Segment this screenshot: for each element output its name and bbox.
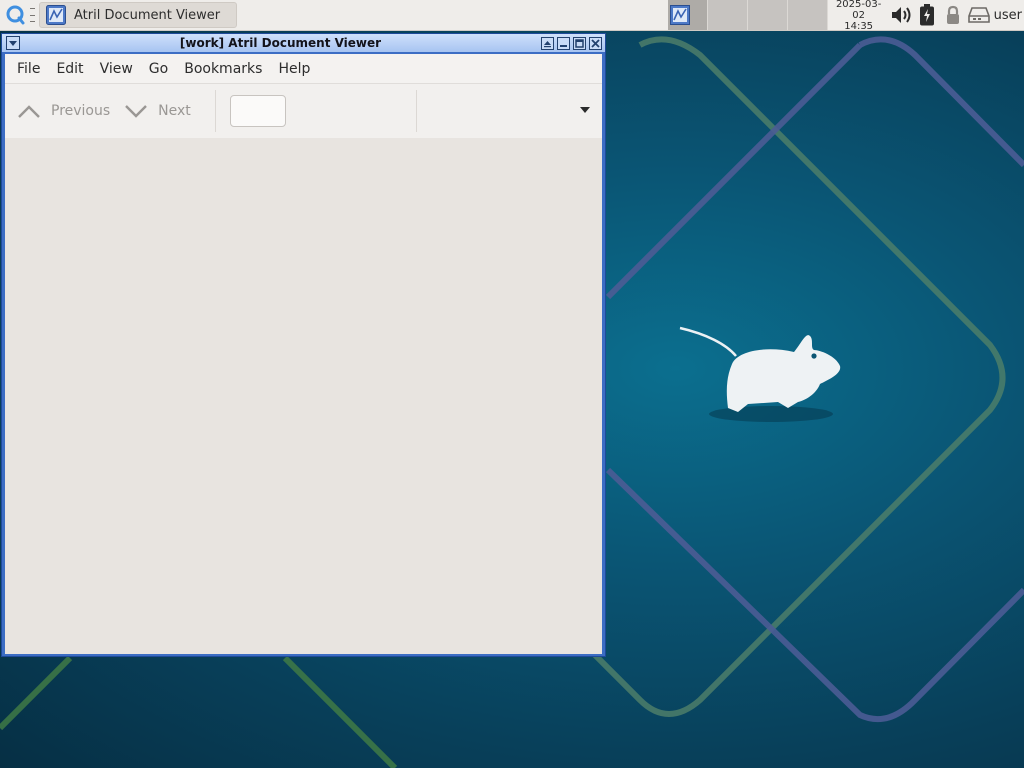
app-menu-icon (6, 5, 25, 25)
window-titlebar[interactable]: [work] Atril Document Viewer (2, 34, 605, 52)
chevron-down-icon (125, 105, 148, 118)
close-icon (591, 38, 600, 48)
atril-window: [work] Atril Document Viewer File Edit V… (1, 33, 606, 657)
workspace-switcher (667, 0, 828, 30)
clock-time: 14:35 (844, 20, 874, 32)
taskbar-button-atril[interactable]: Atril Document Viewer (39, 2, 237, 28)
window-menu-icon[interactable] (6, 36, 20, 50)
drive-icon[interactable] (967, 4, 990, 26)
next-label: Next (158, 103, 191, 119)
workspace-1[interactable] (667, 0, 708, 30)
window-title: [work] Atril Document Viewer (179, 36, 382, 50)
volume-icon[interactable] (890, 4, 912, 26)
user-label[interactable]: user (994, 8, 1022, 23)
workspace-3[interactable] (747, 0, 788, 30)
applications-menu-button[interactable] (0, 0, 30, 30)
battery-icon[interactable] (916, 4, 938, 26)
top-panel: Atril Document Viewer 2025-03-02 14:35 u… (0, 0, 1024, 32)
chevron-up-icon (18, 105, 40, 118)
lock-icon[interactable] (942, 4, 964, 26)
atril-icon (46, 5, 66, 25)
minimize-icon (560, 44, 567, 47)
next-page-button[interactable]: Next (124, 91, 215, 131)
system-tray: user (888, 0, 1024, 30)
clock-date: 2025-03-02 (835, 0, 882, 21)
toolbar: Previous Next (5, 84, 602, 139)
taskbar-button-label: Atril Document Viewer (74, 7, 221, 23)
workspace-4[interactable] (787, 0, 828, 30)
menu-bar: File Edit View Go Bookmarks Help (5, 54, 602, 84)
zoom-dropdown-arrow-icon[interactable] (578, 105, 592, 115)
workspace-2[interactable] (707, 0, 748, 30)
shade-icon (544, 40, 551, 47)
menu-go[interactable]: Go (141, 61, 176, 77)
toolbar-separator (415, 90, 417, 132)
maximize-icon (575, 38, 584, 48)
previous-label: Previous (51, 103, 111, 119)
menu-edit[interactable]: Edit (48, 61, 91, 77)
close-button[interactable] (589, 36, 602, 50)
maximize-button[interactable] (573, 36, 586, 50)
clock[interactable]: 2025-03-02 14:35 (830, 0, 888, 32)
menu-help[interactable]: Help (270, 61, 318, 77)
previous-page-button[interactable]: Previous (5, 91, 110, 131)
document-view-area[interactable] (5, 138, 602, 654)
panel-separator-handle (30, 8, 36, 22)
menu-bookmarks[interactable]: Bookmarks (176, 61, 270, 77)
page-number-input[interactable] (229, 95, 286, 127)
minimize-button[interactable] (557, 36, 570, 50)
menu-view[interactable]: View (92, 61, 141, 77)
menu-file[interactable]: File (9, 61, 48, 77)
atril-mini-icon (669, 5, 690, 25)
xfce-mouse-logo (679, 326, 841, 422)
window-client-area: File Edit View Go Bookmarks Help Previou… (5, 54, 602, 654)
shade-button[interactable] (541, 36, 554, 50)
toolbar-separator (214, 90, 216, 132)
